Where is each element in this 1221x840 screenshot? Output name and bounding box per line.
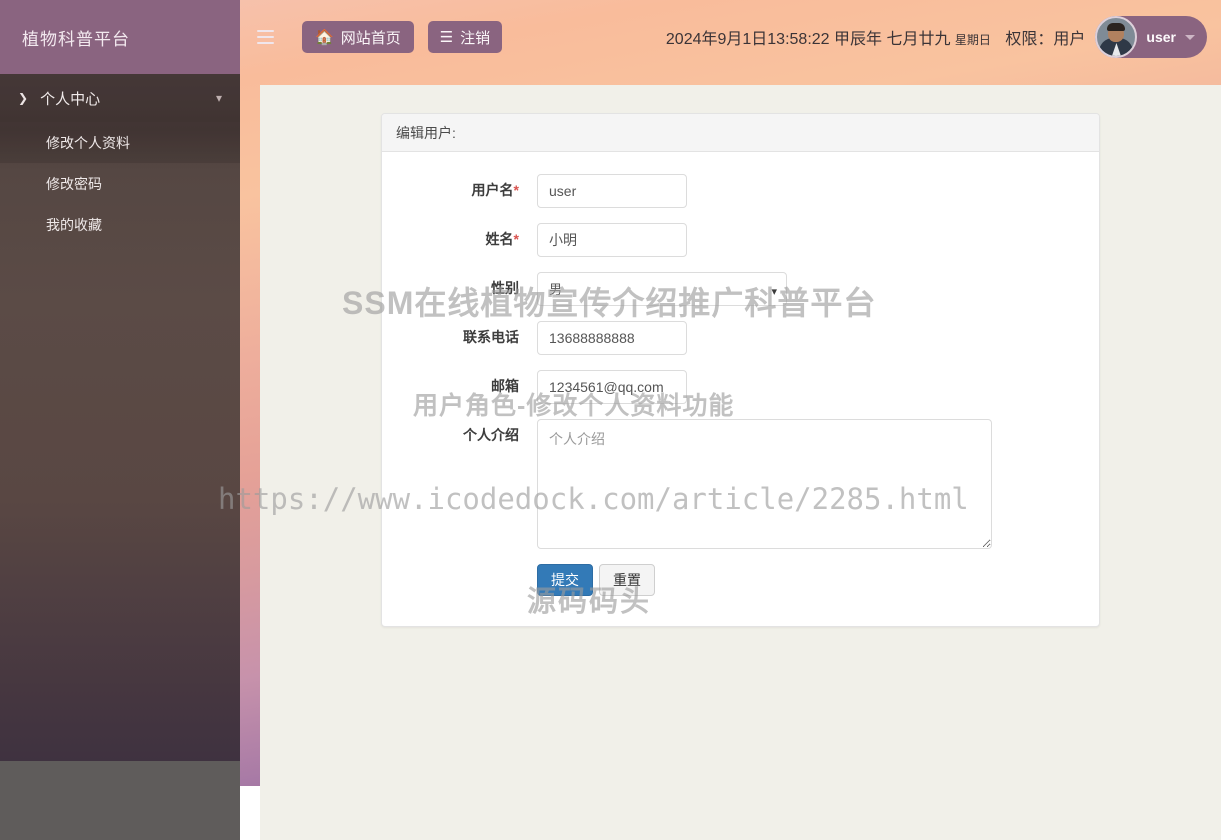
form-row-fullname: 姓名* bbox=[382, 223, 1099, 257]
form-actions: 提交 重置 bbox=[382, 564, 1099, 596]
label-gender: 性别 bbox=[491, 280, 519, 296]
sidebar-menu: ❯ 个人中心 ▾ 修改个人资料 修改密码 我的收藏 bbox=[0, 74, 240, 245]
phone-input[interactable] bbox=[537, 321, 687, 355]
sidebar-item-edit-profile[interactable]: 修改个人资料 bbox=[0, 122, 240, 163]
form-row-email: 邮箱 bbox=[382, 370, 1099, 404]
logout-button-label: 注销 bbox=[460, 29, 491, 47]
required-marker: * bbox=[513, 231, 519, 247]
label-fullname: 姓名* bbox=[485, 231, 519, 247]
caret-down-icon bbox=[1185, 34, 1195, 40]
label-intro: 个人介绍 bbox=[463, 427, 519, 443]
user-name-label: user bbox=[1146, 29, 1176, 45]
weekday-text: 星期日 bbox=[954, 33, 991, 47]
panel-title: 编辑用户: bbox=[382, 114, 1099, 152]
reset-button[interactable]: 重置 bbox=[599, 564, 655, 596]
label-phone: 联系电话 bbox=[463, 329, 519, 345]
hamburger-icon[interactable] bbox=[250, 22, 280, 52]
sidebar-item-change-password[interactable]: 修改密码 bbox=[0, 163, 240, 204]
form-row-intro: 个人介绍 bbox=[382, 419, 1099, 549]
form-row-phone: 联系电话 bbox=[382, 321, 1099, 355]
edit-user-form: 用户名* 姓名* 性别 男女 ▾ 联系电话 bbox=[382, 152, 1099, 626]
form-row-gender: 性别 男女 ▾ bbox=[382, 272, 1099, 306]
edit-user-panel: 编辑用户: 用户名* 姓名* 性别 男女 ▾ bbox=[381, 113, 1100, 627]
sidebar: 植物科普平台 ❯ 个人中心 ▾ 修改个人资料 修改密码 我的收藏 bbox=[0, 0, 240, 761]
submit-button[interactable]: 提交 bbox=[537, 564, 593, 596]
user-menu[interactable]: user bbox=[1095, 16, 1207, 58]
sidebar-item-my-favorites[interactable]: 我的收藏 bbox=[0, 204, 240, 245]
home-button[interactable]: 🏠 网站首页 bbox=[302, 21, 414, 53]
gender-select[interactable]: 男女 bbox=[537, 272, 787, 306]
form-row-username: 用户名* bbox=[382, 174, 1099, 208]
sidebar-footer-area bbox=[0, 761, 240, 840]
datetime-display: 2024年9月1日13:58:22 甲辰年 七月廿九 星期日 权限：用户 bbox=[666, 25, 1086, 49]
avatar bbox=[1095, 16, 1138, 58]
site-logo: 植物科普平台 bbox=[0, 0, 240, 74]
sidebar-item-label: 修改密码 bbox=[46, 175, 102, 192]
sidebar-item-label: 我的收藏 bbox=[46, 216, 102, 233]
intro-textarea[interactable] bbox=[537, 419, 992, 549]
home-button-label: 网站首页 bbox=[340, 29, 401, 47]
required-marker: * bbox=[513, 182, 519, 198]
fullname-input[interactable] bbox=[537, 223, 687, 257]
username-input[interactable] bbox=[537, 174, 687, 208]
gender-select-wrap: 男女 ▾ bbox=[537, 272, 787, 306]
app-root: 编辑用户: 用户名* 姓名* 性别 男女 ▾ bbox=[0, 0, 1221, 840]
chevron-down-icon: ▾ bbox=[215, 91, 222, 105]
home-icon: 🏠 bbox=[315, 29, 334, 46]
content-area: 编辑用户: 用户名* 姓名* 性别 男女 ▾ bbox=[260, 85, 1221, 840]
topbar: 🏠 网站首页 ☰ 注销 2024年9月1日13:58:22 甲辰年 七月廿九 星… bbox=[240, 0, 1221, 74]
chevron-right-icon: ❯ bbox=[18, 91, 29, 105]
datetime-text: 2024年9月1日13:58:22 甲辰年 七月廿九 bbox=[665, 31, 951, 48]
email-input[interactable] bbox=[537, 370, 687, 404]
sidebar-group-personal-center[interactable]: ❯ 个人中心 ▾ bbox=[0, 74, 240, 122]
sidebar-group-label: 个人中心 bbox=[40, 90, 101, 108]
label-username: 用户名* bbox=[471, 182, 519, 198]
logout-button[interactable]: ☰ 注销 bbox=[427, 21, 503, 53]
permission-value: 用户 bbox=[1053, 31, 1086, 48]
label-email: 邮箱 bbox=[491, 378, 519, 394]
list-icon: ☰ bbox=[439, 29, 454, 46]
sidebar-item-label: 修改个人资料 bbox=[46, 134, 130, 151]
topbar-right: 2024年9月1日13:58:22 甲辰年 七月廿九 星期日 权限：用户 use… bbox=[666, 16, 1221, 58]
permission-label: 权限： bbox=[1005, 31, 1054, 48]
